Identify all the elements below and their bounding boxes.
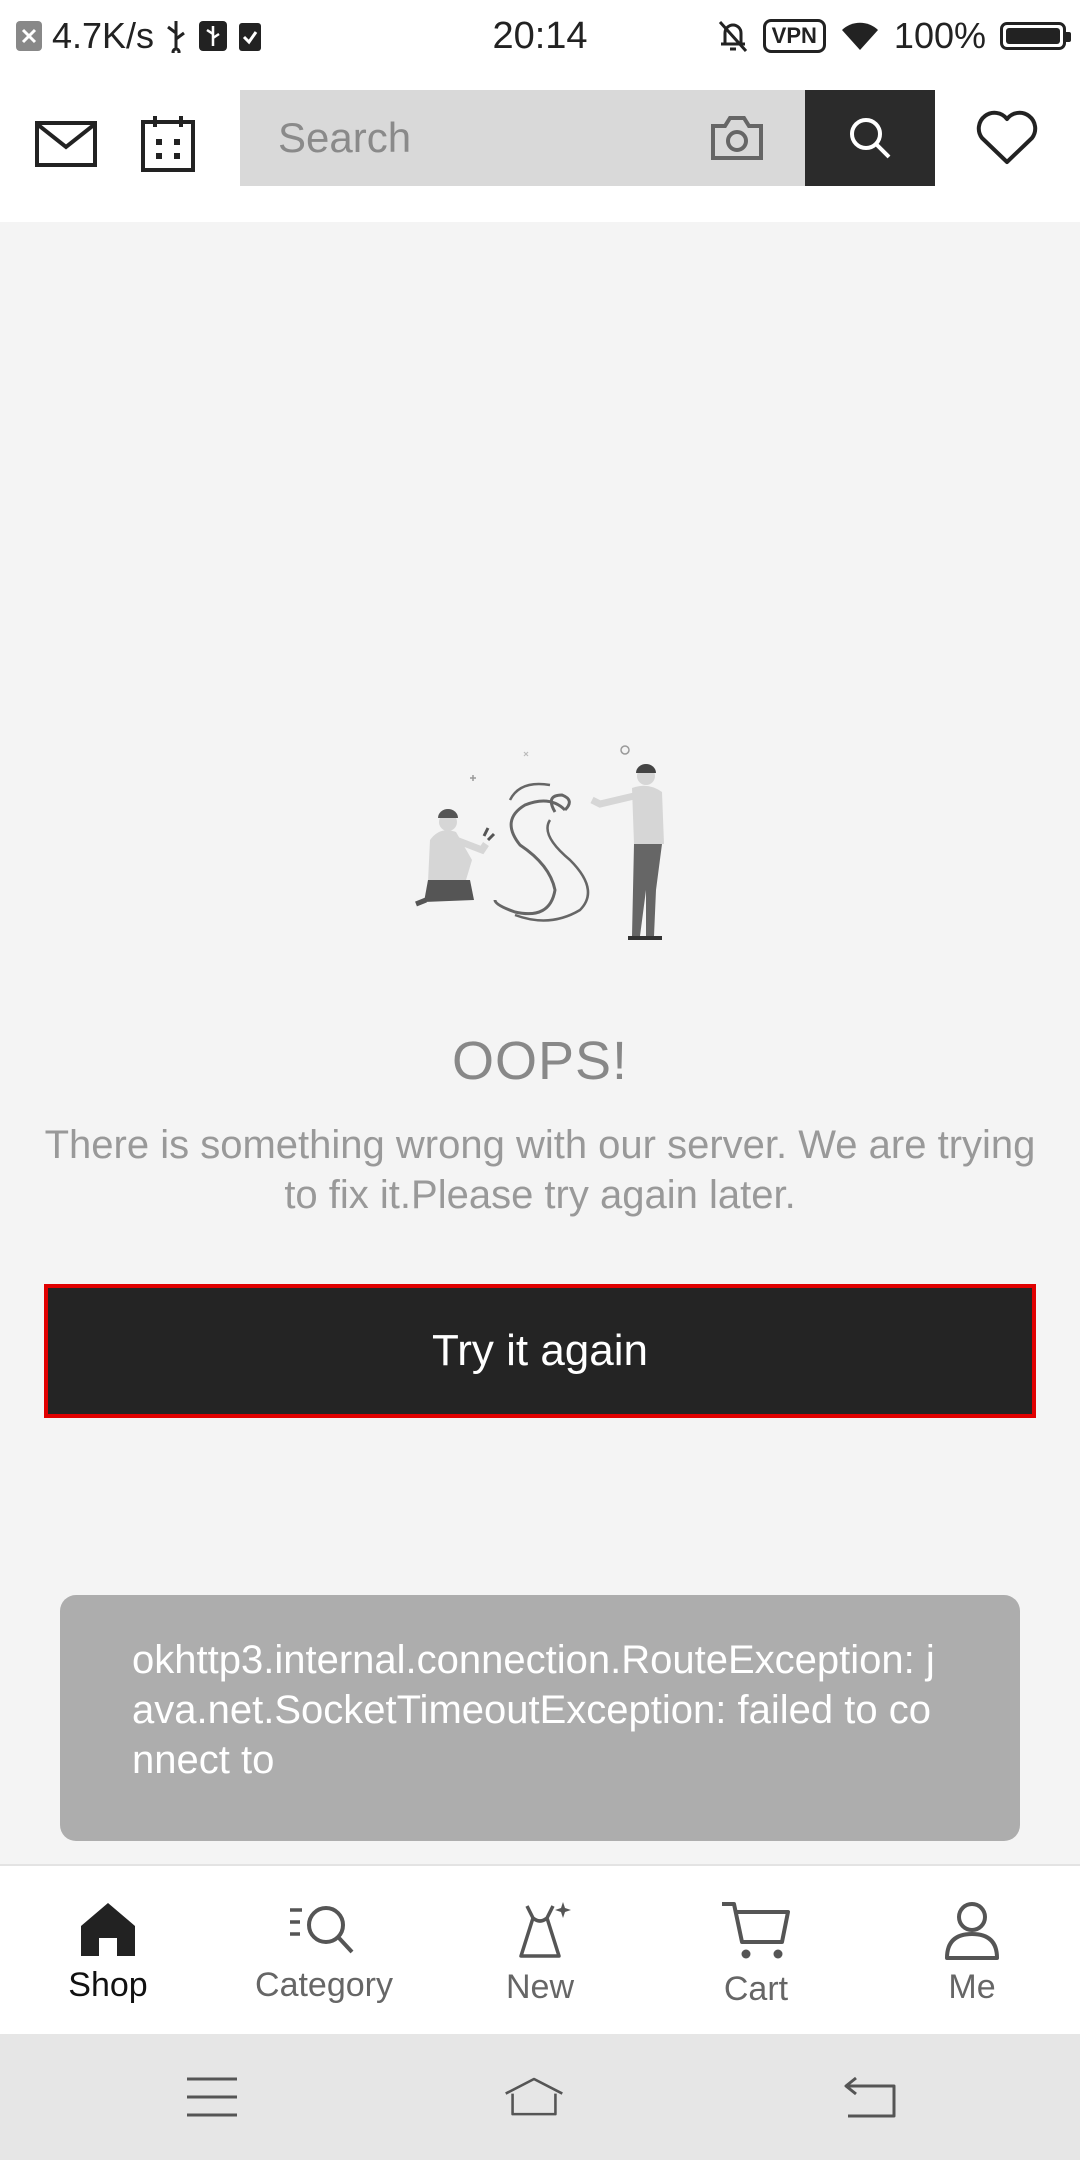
bottom-tab-bar: Shop Category New Cart Me [0,1864,1080,2036]
home-outline-icon [505,2077,563,2116]
wishlist-button[interactable] [975,108,1039,171]
status-bar: 4.7K/s 20:14 VPN 100% [0,0,1080,72]
status-right: VPN 100% [717,0,1071,72]
calendar-icon [141,116,195,172]
category-search-icon [290,1906,354,1954]
tab-label: Me [948,1968,996,2006]
error-title: OOPS! [451,1031,629,1091]
tab-me[interactable]: Me [864,1866,1080,2036]
vpn-badge: VPN [762,19,826,53]
mail-button[interactable] [34,112,98,176]
back-icon [844,2076,896,2118]
menu-icon [187,2077,237,2117]
camera-icon[interactable] [709,112,765,164]
menu-nav-button[interactable] [182,2072,242,2122]
search-bar[interactable] [240,90,805,186]
calendar-button[interactable] [136,112,200,176]
person-icon [945,1902,999,1960]
mail-icon [35,121,97,167]
battery-percent: 100% [893,15,986,56]
server-error-illustration [415,745,664,940]
search-button[interactable] [805,90,935,186]
tab-label: Category [255,1966,393,2004]
error-toast: okhttp3.internal.connection.RouteExcepti… [60,1595,1020,1841]
home-nav-button[interactable] [504,2072,564,2122]
tab-label: Cart [723,1970,789,2008]
header [0,72,1080,222]
tab-label: New [505,1968,575,2006]
tab-cart[interactable]: Cart [648,1866,864,2036]
dress-icon [519,1902,571,1958]
heart-icon [976,110,1038,164]
mute-bell-icon [718,20,747,53]
battery-icon [1000,22,1071,50]
error-message: There is something wrong with our server… [44,1123,1036,1217]
tab-shop[interactable]: Shop [0,1866,216,2036]
cart-icon [722,1902,790,1959]
system-nav-bar [0,2034,1080,2160]
tab-category[interactable]: Category [216,1866,432,2036]
search-input[interactable] [276,113,700,163]
tab-new[interactable]: New [432,1866,648,2036]
search-icon [850,118,891,159]
tab-label: Shop [68,1966,148,2004]
try-again-button[interactable]: Try it again [44,1284,1036,1418]
wifi-icon [841,22,878,50]
back-nav-button[interactable] [840,2072,900,2122]
home-icon [81,1903,135,1956]
